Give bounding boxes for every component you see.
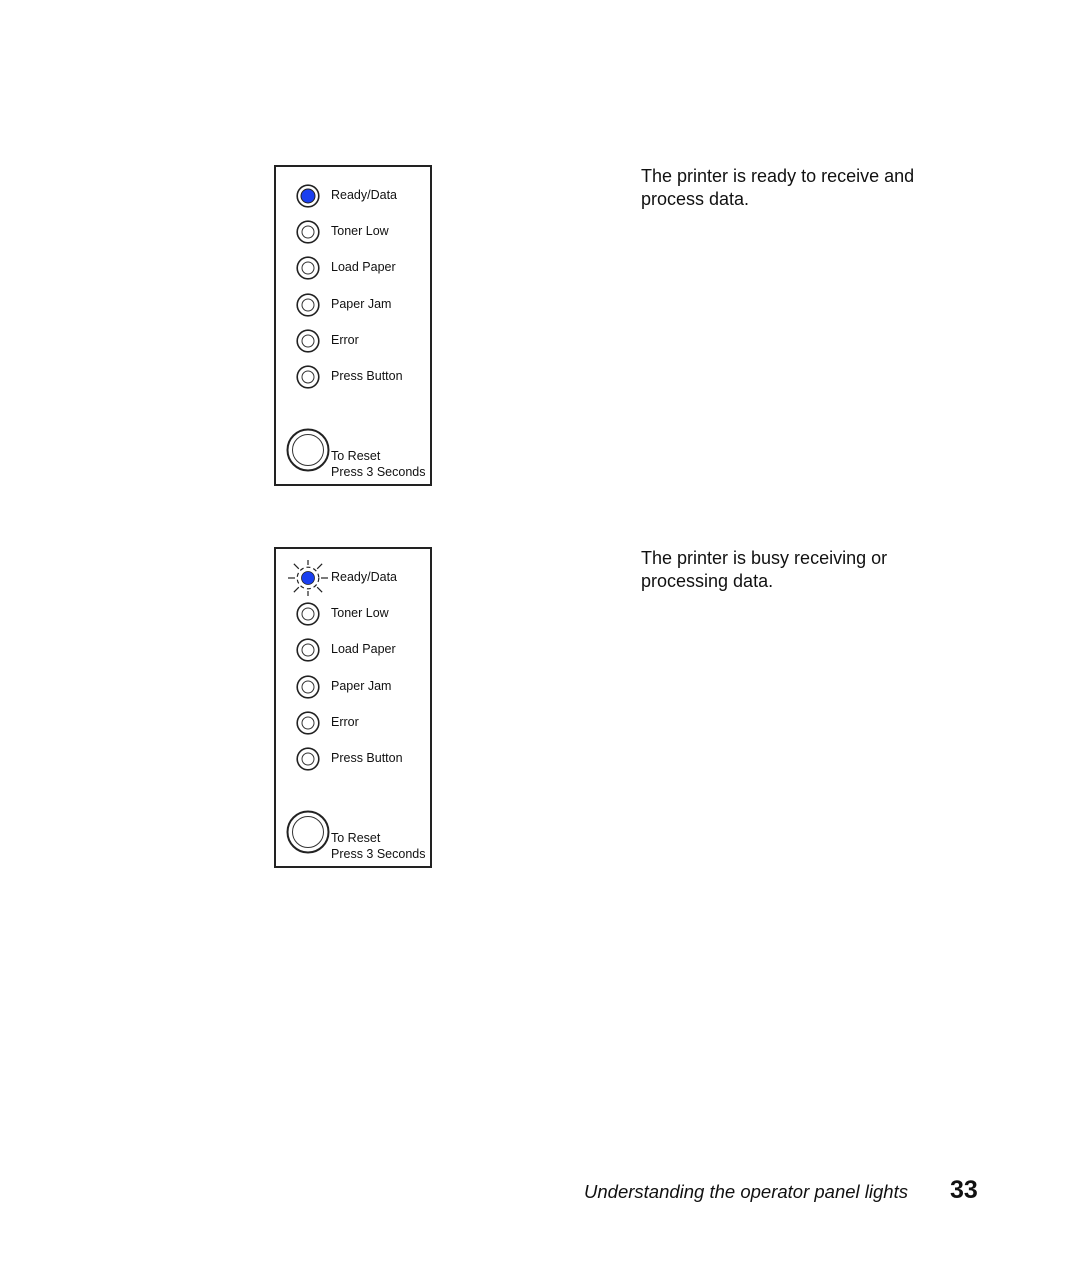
led-off-icon [296,602,320,626]
light-row-error: Error [276,329,430,353]
reset-label-line1: To Reset [331,831,381,845]
light-label: Ready/Data [331,188,398,202]
panel-description-busy: The printer is busy receiving or process… [641,548,888,591]
reset-button-icon [286,810,330,854]
footer-section-title: Understanding the operator panel lights [584,1181,908,1202]
led-off-icon [296,638,320,662]
light-row-toner-low: Toner Low [276,602,430,626]
light-label: Load Paper [331,260,396,274]
light-row-load-paper: Load Paper [276,256,430,280]
reset-button-icon [286,428,330,472]
light-row-paper-jam: Paper Jam [276,675,430,699]
light-row-ready-data: Ready/Data [276,184,430,208]
light-label: Load Paper [331,642,396,656]
light-label: Ready/Data [331,570,398,584]
page-number: 33 [950,1176,978,1204]
led-off-icon [296,256,320,280]
light-label: Press Button [331,369,403,383]
light-label: Error [331,715,359,729]
led-blinking-icon [288,560,328,596]
led-off-icon [296,329,320,353]
light-label: Toner Low [331,606,389,620]
light-row-toner-low: Toner Low [276,220,430,244]
panel-description-ready: The printer is ready to receive and proc… [641,166,915,209]
light-label: Error [331,333,359,347]
led-off-icon [296,293,320,317]
light-row-ready-data: Ready/Data [276,560,430,596]
light-row-press-button: Press Button [276,365,430,389]
led-off-icon [296,365,320,389]
reset-label: To Reset Press 3 Seconds [331,448,426,480]
reset-label-line1: To Reset [331,449,381,463]
light-row-press-button: Press Button [276,747,430,771]
reset-label-line2: Press 3 Seconds [331,847,426,861]
light-label: Paper Jam [331,679,392,693]
led-off-icon [296,711,320,735]
led-on-icon [296,184,320,208]
operator-panel-busy: Ready/Data Toner Low Load Paper Paper Jam Er… [274,547,432,868]
operator-panel-ready: Ready/Data Toner Low Load Paper Paper Jam Er… [274,165,432,486]
light-row-paper-jam: Paper Jam [276,293,430,317]
reset-label: To Reset Press 3 Seconds [331,830,426,862]
led-off-icon [296,747,320,771]
led-off-icon [296,220,320,244]
light-row-error: Error [276,711,430,735]
light-label: Press Button [331,751,403,765]
led-off-icon [296,675,320,699]
light-label: Toner Low [331,224,389,238]
light-label: Paper Jam [331,297,392,311]
light-row-load-paper: Load Paper [276,638,430,662]
reset-label-line2: Press 3 Seconds [331,465,426,479]
